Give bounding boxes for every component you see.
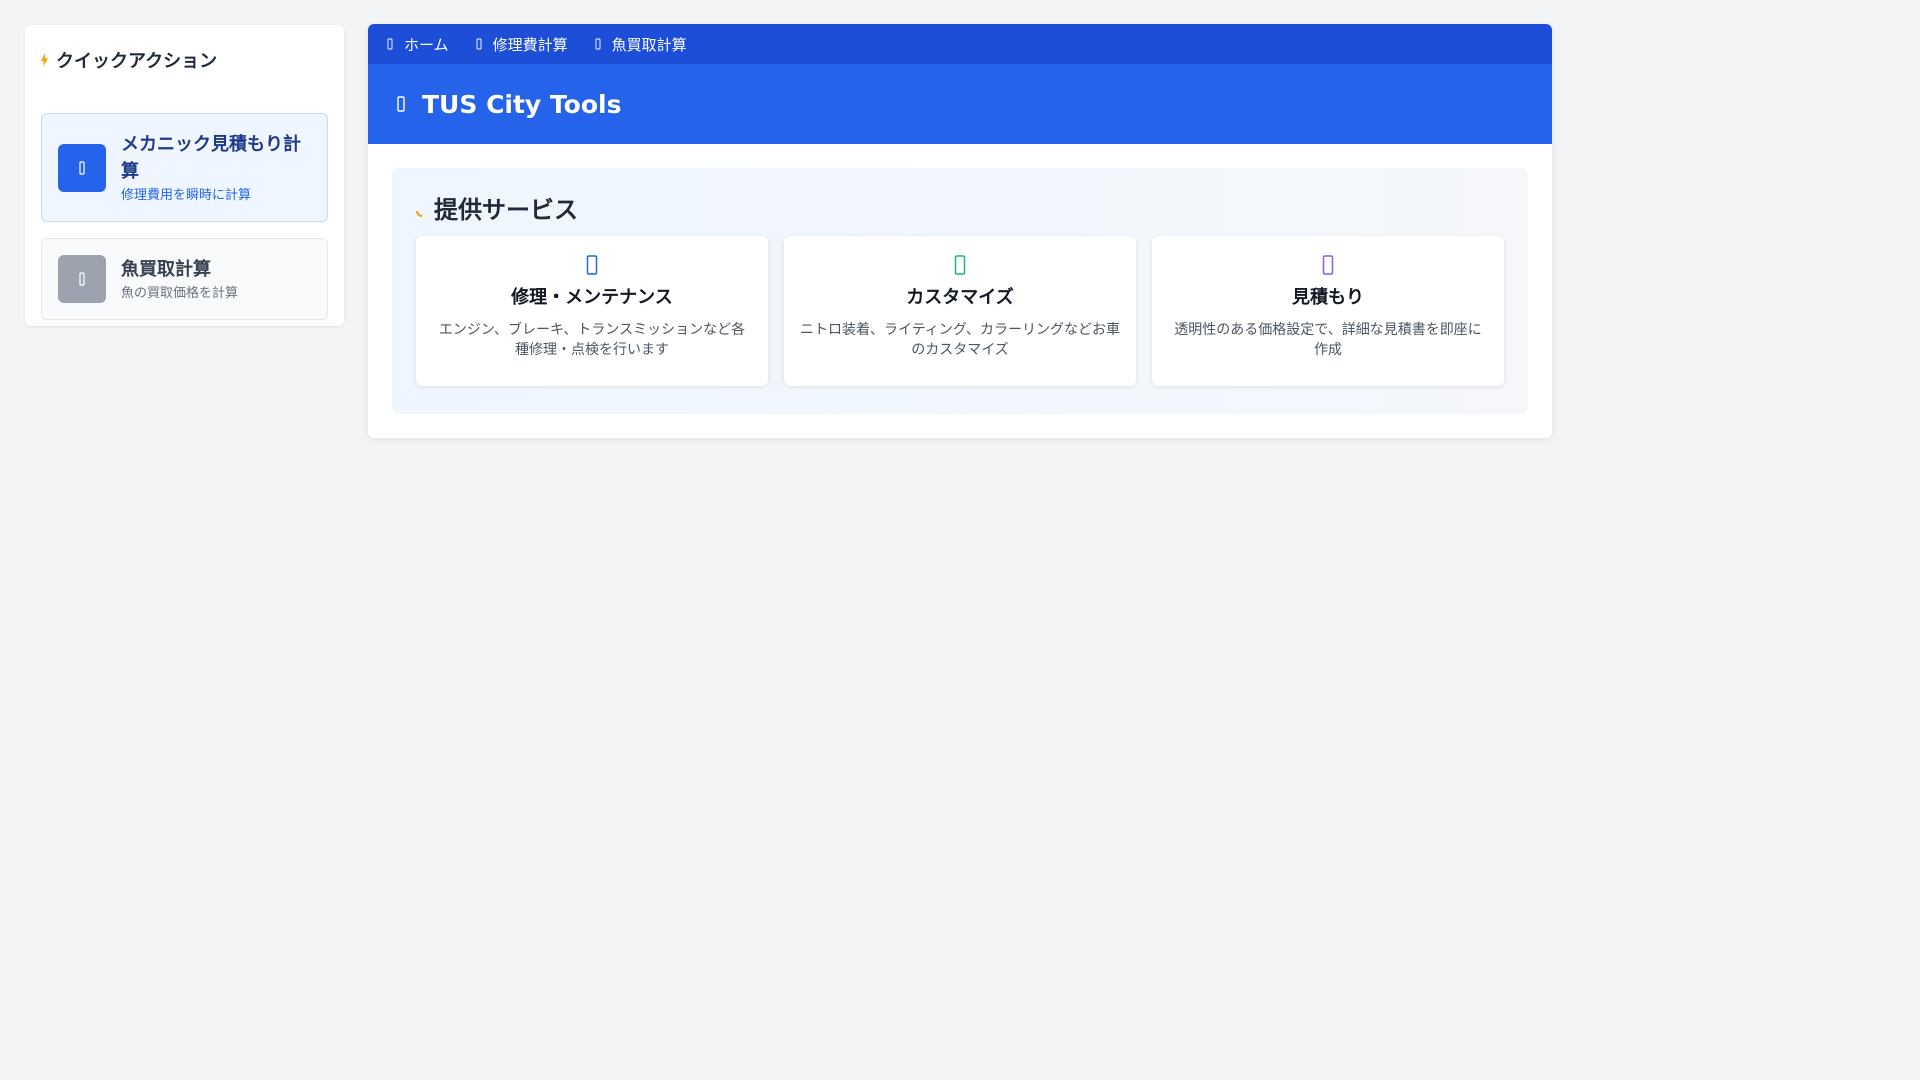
nav-item-label: 魚買取計算	[611, 35, 687, 54]
action-name: メカニック見積もり計算	[121, 133, 301, 182]
services-title-text: 提供サービス	[434, 195, 578, 224]
main-panel: ホーム 修理費計算 魚買取計算 TUS City Tools 提供サービス 修理…	[368, 24, 1552, 438]
app-title: TUS City Tools	[422, 89, 622, 119]
nav-item-label: 修理費計算	[492, 35, 568, 54]
action-mechanic-estimate[interactable]: メカニック見積もり計算 修理費用を瞬時に計算	[41, 113, 328, 222]
calculator-icon	[476, 38, 482, 50]
sidebar-title: クイックアクション	[41, 45, 328, 75]
calculator-icon	[58, 143, 106, 192]
service-desc: 透明性のある価格設定で、詳細な見積書を即座に作成	[1174, 322, 1482, 358]
fish-icon	[595, 38, 601, 50]
tools-icon	[397, 96, 405, 112]
sidebar-title-text: クイックアクション	[56, 51, 218, 72]
service-card-repair: 修理・メンテナンス エンジン、ブレーキ、トランスミッションなど各種修理・点検を行…	[416, 236, 768, 386]
services-title: 提供サービス	[416, 190, 1504, 224]
wrench-icon	[586, 255, 598, 275]
service-desc: ニトロ装着、ライティング、カラーリングなどお車のカスタマイズ	[800, 322, 1120, 358]
service-name: 見積もり	[1292, 287, 1364, 308]
nav-item-home[interactable]: ホーム	[384, 34, 449, 55]
nav-item-fish-calc[interactable]: 魚買取計算	[592, 34, 687, 55]
bolt-icon	[41, 53, 48, 67]
service-grid: 修理・メンテナンス エンジン、ブレーキ、トランスミッションなど各種修理・点検を行…	[416, 236, 1504, 386]
fish-icon	[58, 255, 106, 303]
service-desc: エンジン、ブレーキ、トランスミッションなど各種修理・点検を行います	[438, 322, 746, 358]
service-card-estimate: 見積もり 透明性のある価格設定で、詳細な見積書を即座に作成	[1152, 236, 1504, 386]
services-section: 提供サービス 修理・メンテナンス エンジン、ブレーキ、トランスミッションなど各種…	[392, 168, 1528, 414]
home-icon	[387, 38, 393, 50]
service-name: カスタマイズ	[906, 287, 1014, 308]
sparkle-icon	[416, 211, 422, 217]
nav-item-repair-calc[interactable]: 修理費計算	[473, 34, 568, 55]
top-nav: ホーム 修理費計算 魚買取計算	[368, 24, 1552, 64]
action-name: 魚買取計算	[121, 258, 211, 280]
action-desc: 修理費用を瞬時に計算	[121, 187, 252, 203]
paint-icon	[954, 255, 966, 275]
app-header: TUS City Tools	[368, 64, 1552, 144]
quick-actions-sidebar: クイックアクション メカニック見積もり計算 修理費用を瞬時に計算 魚買取計算 魚…	[25, 25, 344, 326]
action-fish-purchase[interactable]: 魚買取計算 魚の買取価格を計算	[41, 238, 328, 320]
service-card-customize: カスタマイズ ニトロ装着、ライティング、カラーリングなどお車のカスタマイズ	[784, 236, 1136, 386]
service-name: 修理・メンテナンス	[511, 287, 673, 308]
action-desc: 魚の買取価格を計算	[121, 285, 239, 301]
nav-item-label: ホーム	[404, 35, 449, 54]
document-icon	[1322, 255, 1334, 275]
